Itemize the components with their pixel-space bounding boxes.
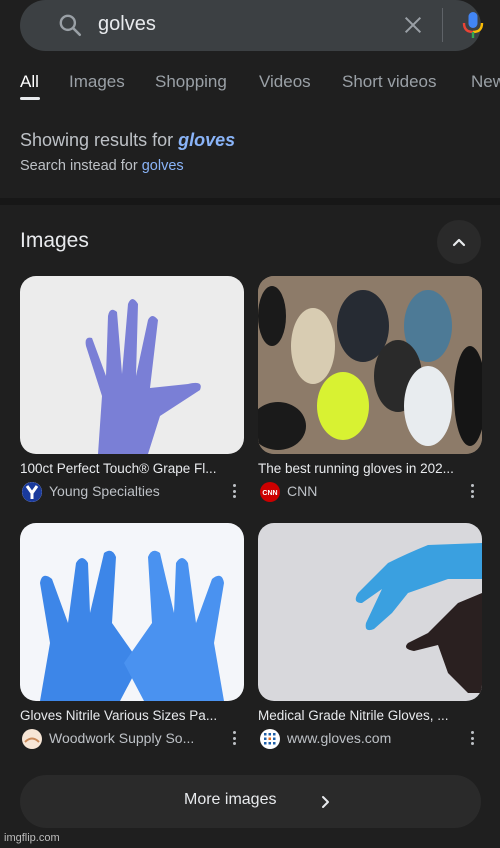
image-source: CNN CNN <box>258 480 482 504</box>
instead-prefix: Search instead for <box>20 158 138 174</box>
search-tabs: All Images Shopping Videos Short videos … <box>0 72 500 102</box>
more-options-icon[interactable] <box>469 484 475 500</box>
image-caption[interactable]: Medical Grade Nitrile Gloves, ... <box>258 708 482 723</box>
running-gloves-image[interactable] <box>258 276 482 454</box>
search-bar[interactable]: golves <box>20 0 484 51</box>
chevron-right-icon <box>322 796 329 808</box>
collapse-button[interactable] <box>437 220 481 264</box>
source-name[interactable]: Young Specialties <box>49 483 160 499</box>
image-caption[interactable]: Gloves Nitrile Various Sizes Pa... <box>20 708 244 723</box>
medical-glove-image[interactable] <box>258 523 482 701</box>
spelling-correction: Showing results for gloves Search instea… <box>0 105 500 193</box>
more-options-icon[interactable] <box>469 731 475 747</box>
image-caption[interactable]: 100ct Perfect Touch® Grape Fl... <box>20 461 244 476</box>
image-result[interactable]: Medical Grade Nitrile Gloves, ... www.gl… <box>258 523 482 751</box>
young-specialties-logo-icon <box>22 482 42 502</box>
showing-prefix: Showing results for <box>20 130 174 150</box>
original-query-link[interactable]: golves <box>142 158 184 174</box>
more-images-button[interactable]: More images <box>20 775 481 828</box>
corrected-query-link[interactable]: gloves <box>178 130 235 150</box>
search-input[interactable]: golves <box>98 13 156 36</box>
active-tab-indicator <box>20 97 40 100</box>
search-header: golves All Images Shopping Videos Short … <box>0 0 500 105</box>
image-source: Woodwork Supply So... <box>20 727 244 751</box>
search-divider <box>442 8 443 42</box>
image-caption[interactable]: The best running gloves in 202... <box>258 461 482 476</box>
image-source: Young Specialties <box>20 480 244 504</box>
image-source: www.gloves.com <box>258 727 482 751</box>
section-title: Images <box>20 229 89 252</box>
search-icon[interactable] <box>57 12 83 38</box>
tab-shopping[interactable]: Shopping <box>155 72 227 92</box>
tab-short-videos[interactable]: Short videos <box>342 72 437 92</box>
purple-glove-image[interactable] <box>20 276 244 454</box>
gloves-com-logo-icon <box>260 729 280 749</box>
chevron-up-icon <box>452 238 466 247</box>
tab-images[interactable]: Images <box>69 72 125 92</box>
close-icon[interactable] <box>402 14 424 36</box>
more-options-icon[interactable] <box>231 484 237 500</box>
section-divider <box>0 198 500 205</box>
search-instead-text: Search instead for golves <box>20 158 184 174</box>
image-result[interactable]: The best running gloves in 202... CNN CN… <box>258 276 482 504</box>
image-result[interactable]: Gloves Nitrile Various Sizes Pa... Woodw… <box>20 523 244 751</box>
more-options-icon[interactable] <box>231 731 237 747</box>
svg-text:CNN: CNN <box>262 490 277 497</box>
tab-videos[interactable]: Videos <box>259 72 311 92</box>
blue-gloves-image[interactable] <box>20 523 244 701</box>
source-name[interactable]: CNN <box>287 483 317 499</box>
showing-results-text: Showing results for gloves <box>20 130 235 151</box>
cnn-logo-icon: CNN <box>260 482 280 502</box>
images-section: Images 100ct Perfect Touch® Grape Fl... … <box>0 205 500 848</box>
mic-icon[interactable] <box>460 10 486 40</box>
image-result[interactable]: 100ct Perfect Touch® Grape Fl... Young S… <box>20 276 244 504</box>
tab-news[interactable]: News <box>471 72 500 92</box>
woodwork-supply-logo-icon <box>22 729 42 749</box>
source-name[interactable]: www.gloves.com <box>287 730 391 746</box>
source-name[interactable]: Woodwork Supply So... <box>49 730 194 746</box>
watermark: imgflip.com <box>4 832 60 844</box>
more-images-label: More images <box>184 791 277 808</box>
tab-all[interactable]: All <box>20 72 39 92</box>
